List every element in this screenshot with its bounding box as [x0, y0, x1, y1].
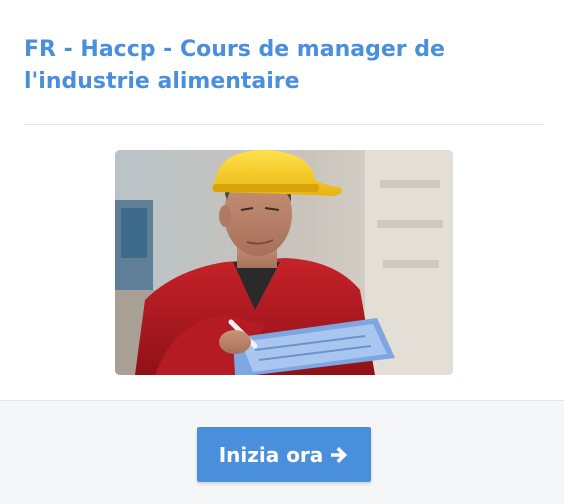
arrow-right-icon	[329, 445, 349, 465]
course-image	[115, 150, 453, 375]
start-now-label: Inizia ora	[218, 442, 324, 467]
course-title: FR - Haccp - Cours de manager de l'indus…	[24, 37, 445, 94]
divider	[24, 124, 544, 125]
card-footer: Inizia ora	[0, 400, 564, 504]
worker-photo-illustration	[115, 150, 453, 375]
start-now-button[interactable]: Inizia ora	[197, 427, 371, 482]
course-card: FR - Haccp - Cours de manager de l'indus…	[0, 0, 564, 504]
